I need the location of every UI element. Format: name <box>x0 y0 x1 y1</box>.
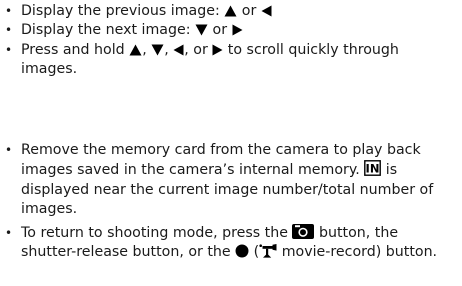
camera-button-icon <box>292 223 315 239</box>
bullet: • <box>5 23 13 38</box>
internal-memory-icon-label: IN <box>366 162 380 176</box>
bullet: • <box>5 143 13 157</box>
item-text: , <box>142 41 152 58</box>
up-arrow-icon <box>224 5 237 17</box>
right-arrow-icon <box>212 44 223 56</box>
bullet: • <box>5 42 13 57</box>
item-text: ( <box>249 244 260 261</box>
item-text: Display the previous image: <box>21 3 225 19</box>
item-text: , or <box>184 41 213 58</box>
navigation-list: • Display the previous image: or • Displ… <box>0 2 462 80</box>
down-arrow-icon <box>195 24 208 36</box>
list-item-previous-image: • Display the previous image: or <box>0 2 462 21</box>
left-arrow-icon <box>261 5 272 17</box>
item-text: or <box>237 3 261 19</box>
bullet: • <box>5 4 13 18</box>
item-text: or <box>208 22 232 39</box>
item-text: To return to shooting mode, press the <box>21 224 293 241</box>
up-arrow-icon <box>129 44 142 56</box>
item-text: Remove the memory card from the camera t… <box>21 142 421 179</box>
list-item-scroll-quickly: • Press and hold , , , or to scroll quic… <box>0 41 462 80</box>
bullet: • <box>5 225 13 240</box>
item-text: movie-record) button. <box>277 244 438 261</box>
list-item-next-image: • Display the next image: or <box>0 21 462 40</box>
list-item-internal-memory: • Remove the memory card from the camera… <box>0 141 462 220</box>
left-arrow-icon <box>173 44 184 56</box>
notes-list: • Remove the memory card from the camera… <box>0 141 462 262</box>
movie-camera-icon <box>259 244 277 258</box>
item-text: Press and hold <box>21 41 130 58</box>
down-arrow-icon <box>151 44 164 56</box>
right-arrow-icon <box>232 24 243 36</box>
list-item-return-to-shooting: • To return to shooting mode, press the … <box>0 223 462 263</box>
record-dot-icon <box>235 244 249 258</box>
item-text: Display the next image: <box>21 22 196 39</box>
internal-memory-icon: IN <box>364 160 382 177</box>
item-text: , <box>164 41 174 58</box>
